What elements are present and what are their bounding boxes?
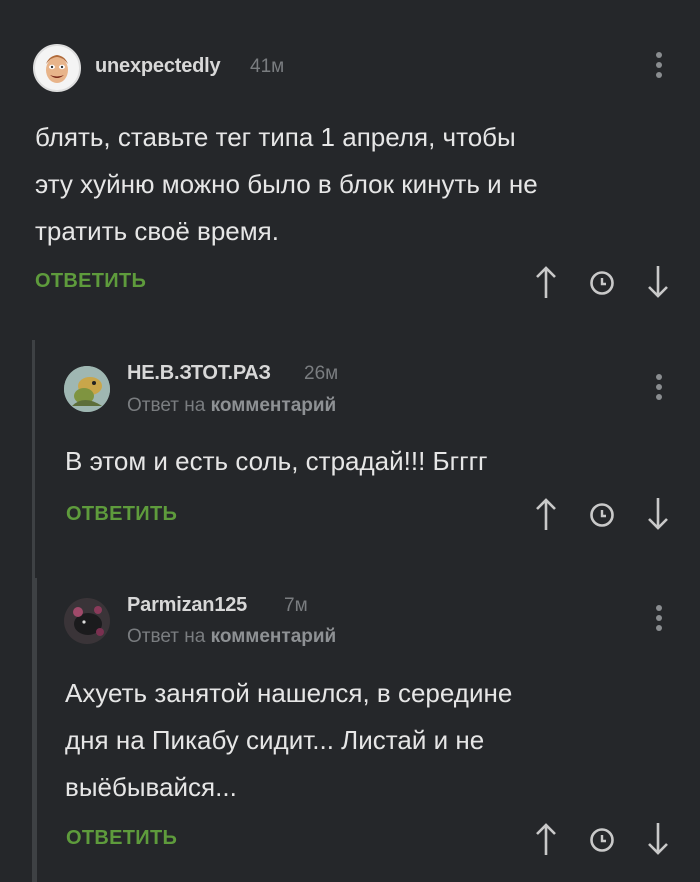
arrow-down-icon[interactable] (645, 264, 671, 300)
reply-to-label: Ответ на комментарий (127, 395, 336, 417)
arrow-up-icon[interactable] (533, 821, 559, 857)
username[interactable]: НЕ.В.ЗТОТ.РАЗ (127, 362, 271, 385)
reply-button[interactable]: ОТВЕТИТЬ (66, 503, 177, 526)
comment-text: Ахуеть занятой нашелся, в середине дня н… (65, 678, 513, 802)
username[interactable]: unexpectedly (95, 55, 221, 78)
kebab-menu-icon[interactable] (654, 52, 664, 80)
arrow-up-icon[interactable] (533, 264, 559, 300)
vote-actions (533, 264, 668, 304)
timestamp: 26м (304, 363, 339, 384)
arrow-down-icon[interactable] (645, 821, 671, 857)
thread-line-level-2 (34, 578, 37, 882)
clock-icon[interactable] (589, 270, 615, 296)
comment-text: блять, ставьте тег типа 1 апреля, чтобы … (35, 122, 538, 246)
reply-to-prefix: Ответ на (127, 626, 206, 647)
clock-icon[interactable] (589, 827, 615, 853)
reply-to-link[interactable]: комментарий (211, 395, 337, 416)
reply-to-link[interactable]: комментарий (211, 626, 337, 647)
reply-to-label: Ответ на комментарий (127, 626, 336, 648)
reply-button[interactable]: ОТВЕТИТЬ (35, 270, 146, 293)
timestamp: 7м (284, 595, 308, 616)
kebab-menu-icon[interactable] (654, 605, 664, 633)
reply-to-prefix: Ответ на (127, 395, 206, 416)
arrow-up-icon[interactable] (533, 496, 559, 532)
username[interactable]: Parmizan125 (127, 594, 247, 617)
vote-actions (533, 496, 668, 536)
timestamp: 41м (250, 56, 285, 77)
arrow-down-icon[interactable] (645, 496, 671, 532)
clock-icon[interactable] (589, 502, 615, 528)
comment-text: В этом и есть соль, страдай!!! Бгггг (65, 446, 488, 476)
kebab-menu-icon[interactable] (654, 374, 664, 402)
vote-actions (533, 821, 668, 861)
avatar[interactable] (64, 598, 110, 644)
reply-button[interactable]: ОТВЕТИТЬ (66, 827, 177, 850)
avatar[interactable] (33, 44, 81, 92)
avatar[interactable] (64, 366, 110, 412)
